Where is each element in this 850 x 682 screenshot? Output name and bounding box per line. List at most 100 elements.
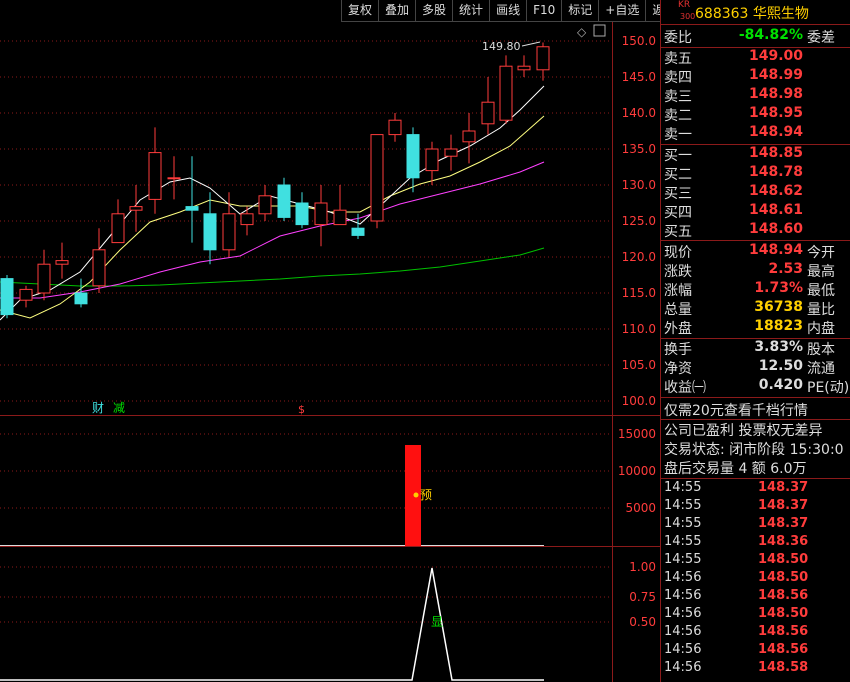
- ask-row: 卖四 148.99: [661, 67, 850, 86]
- stock-header: KR 300 688363 华熙生物: [661, 0, 850, 24]
- quote-row-label: 外盘: [664, 321, 692, 337]
- toolbar-button[interactable]: 统计: [452, 0, 490, 22]
- quote-row-label: 现价: [664, 245, 692, 261]
- stat-row-value: 0.420: [758, 377, 803, 393]
- candlestick-series: [0, 42, 550, 319]
- ask-row: 卖一 148.94: [661, 124, 850, 143]
- candle-body: [55, 260, 69, 265]
- tick-time: 14:55: [664, 552, 702, 567]
- candle-body: [92, 249, 106, 287]
- axis-tick-label: 0.75: [629, 590, 656, 604]
- bid-row: 买五 148.60: [661, 221, 850, 240]
- ask-row-value: 148.99: [748, 67, 803, 83]
- stat-row-label: 净资: [664, 361, 692, 377]
- quote-row-label: 涨跌: [664, 264, 692, 280]
- high-price-label: 149.80: [482, 40, 521, 53]
- tick-row: 14:56 148.56: [661, 642, 850, 660]
- tick-price: 148.56: [758, 588, 809, 603]
- tick-row: 14:55 148.37: [661, 516, 850, 534]
- candle-body: [406, 134, 420, 179]
- stock-code-name[interactable]: 688363 华熙生物: [695, 3, 809, 23]
- ask-row: 卖三 148.98: [661, 86, 850, 105]
- toolbar-button[interactable]: 复权: [341, 0, 379, 22]
- notice-upgrade[interactable]: 仅需20元查看千档行情: [664, 400, 808, 420]
- forecast-label: 预: [420, 488, 432, 502]
- diamond-icon: ◇: [577, 25, 587, 39]
- stock-chart-window: 150.0 145.0 140.0 135.0 130.0 125.0 120.0 115.0…: [0, 0, 850, 682]
- axis-tick-label: 15000: [618, 427, 656, 441]
- quote-row-label: 涨幅: [664, 283, 692, 299]
- ask-row-label: 卖一: [664, 127, 692, 143]
- axis-tick-label: 130.0: [622, 178, 656, 192]
- toolbar-button[interactable]: 多股: [415, 0, 453, 22]
- reduce-marker: 减: [113, 401, 125, 415]
- stat-row-right-label: 流通: [807, 361, 835, 377]
- candle-body: [517, 65, 531, 71]
- candle-body: [388, 119, 402, 136]
- notice-trade-status: 交易状态: 闭市阶段 15:30:0: [664, 442, 844, 458]
- toolbar-button[interactable]: 叠加: [378, 0, 416, 22]
- ask-row-label: 卖四: [664, 70, 692, 86]
- volume-bar: [405, 445, 421, 546]
- candle-body: [370, 134, 384, 222]
- bid-row-value: 148.62: [748, 183, 803, 199]
- tick-price: 148.37: [758, 480, 809, 495]
- notice-after-hours: 盘后交易量 4 额 6.0万: [664, 461, 807, 477]
- stat-row-label: 换手: [664, 342, 692, 358]
- ma20-line: [0, 161, 545, 299]
- candle-body: [222, 213, 236, 251]
- axis-tick-label: 125.0: [622, 214, 656, 228]
- tick-row: 14:56 148.58: [661, 660, 850, 678]
- tick-time: 14:55: [664, 516, 702, 531]
- candle-body: [129, 206, 143, 211]
- stat-row-right-label: 股本: [807, 342, 835, 358]
- ma60-line: [0, 247, 545, 287]
- chart-canvas[interactable]: 150.0 145.0 140.0 135.0 130.0 125.0 120.0 115.0…: [0, 0, 660, 682]
- toolbar-button[interactable]: +自选: [598, 0, 646, 22]
- axis-tick-label: 100.0: [622, 394, 656, 408]
- tick-row: 14:56 148.50: [661, 606, 850, 624]
- toolbar-button[interactable]: F10: [526, 0, 562, 22]
- candle-body: [444, 148, 458, 157]
- order-ratio-row: 委比 -84.82% 委差: [661, 27, 850, 46]
- tick-time: 14:56: [664, 660, 702, 675]
- ask-row-label: 卖二: [664, 108, 692, 124]
- candle-body: [167, 177, 181, 180]
- bid-row: 买三 148.62: [661, 183, 850, 202]
- indicator-label: 显: [431, 615, 443, 629]
- bid-row: 买四 148.61: [661, 202, 850, 221]
- axis-tick-label: 115.0: [622, 286, 656, 300]
- ma5-line: [0, 85, 545, 321]
- tick-price: 148.36: [758, 534, 809, 549]
- stat-row: 净资 12.50 流通: [661, 358, 850, 377]
- axis-tick-label: 140.0: [622, 106, 656, 120]
- tick-row: 14:55 148.36: [661, 534, 850, 552]
- axis-tick-label: 0.50: [629, 615, 656, 629]
- tick-row: 14:56 148.56: [661, 588, 850, 606]
- tick-time: 14:56: [664, 570, 702, 585]
- quote-row-value: 36738: [754, 299, 803, 315]
- candle-body: [314, 202, 328, 226]
- tick-row: 14:55 148.50: [661, 552, 850, 570]
- bid-row: 买一 148.85: [661, 145, 850, 164]
- bid-row-label: 买二: [664, 167, 692, 183]
- quote-row-right-label: 最低: [807, 283, 835, 299]
- board-badge-sub: 300: [680, 12, 696, 21]
- toolbar-button[interactable]: 画线: [489, 0, 527, 22]
- candle-body: [37, 263, 51, 294]
- ask-row: 卖五 149.00: [661, 48, 850, 67]
- order-diff-label: 委差: [807, 30, 835, 46]
- volume-axis: 15000 10000 5000: [618, 427, 656, 515]
- candle-body: [333, 209, 347, 226]
- tick-price: 148.37: [758, 516, 809, 531]
- candle-body: [111, 213, 125, 244]
- axis-tick-label: 110.0: [622, 322, 656, 336]
- bid-row-label: 买三: [664, 186, 692, 202]
- bid-row-value: 148.60: [748, 221, 803, 237]
- candle-body: [74, 292, 88, 305]
- candle-body: [499, 65, 513, 121]
- tick-row: 14:55 148.37: [661, 480, 850, 498]
- toolbar-button[interactable]: 标记: [561, 0, 599, 22]
- candle-body: [536, 46, 550, 71]
- candle-body: [185, 206, 199, 211]
